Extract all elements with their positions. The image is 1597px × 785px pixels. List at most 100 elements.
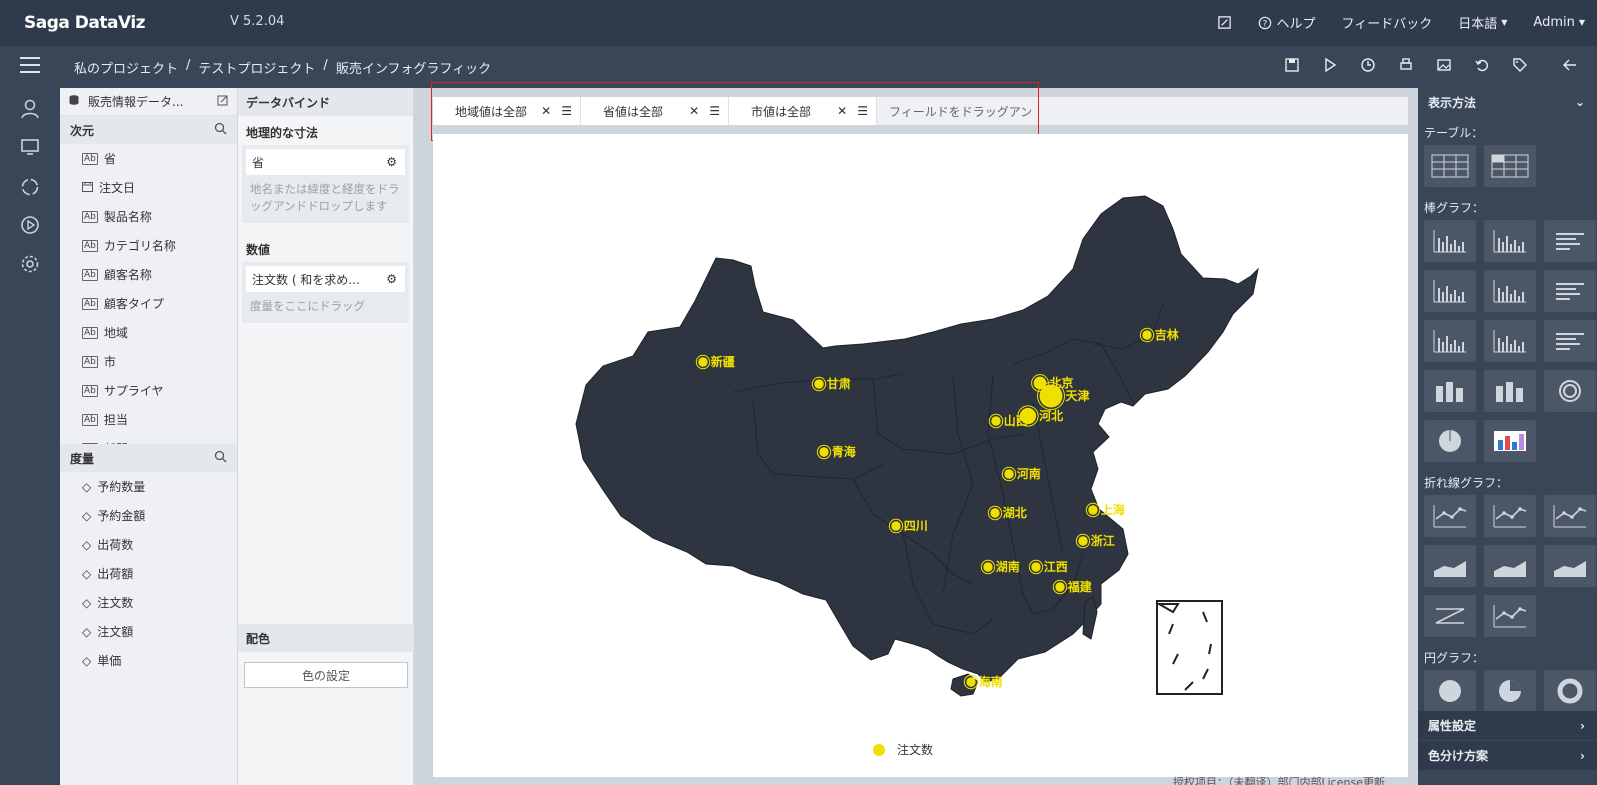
pie-type-button[interactable] bbox=[1424, 670, 1476, 712]
map-marker[interactable] bbox=[891, 521, 901, 531]
value-dropzone[interactable]: 注文数 ( 和を求め... ⚙ 度量をここにドラッグ bbox=[242, 262, 409, 323]
feedback-link[interactable]: フィードバック bbox=[1341, 13, 1432, 32]
line-chart-type-button[interactable] bbox=[1484, 545, 1536, 587]
map-marker[interactable] bbox=[1055, 582, 1065, 592]
breadcrumb-item[interactable]: 販売インフォグラフィック bbox=[336, 58, 491, 77]
gear-icon[interactable]: ⚙ bbox=[386, 272, 397, 286]
map-marker[interactable] bbox=[698, 357, 708, 367]
line-chart-type-button[interactable] bbox=[1424, 545, 1476, 587]
undo-icon[interactable] bbox=[1473, 56, 1491, 74]
map-marker-label: 江西 bbox=[1044, 559, 1068, 574]
line-chart-type-button[interactable] bbox=[1424, 595, 1476, 637]
color-scheme-section[interactable]: 色分け方案 › bbox=[1418, 741, 1597, 770]
datasource-name[interactable]: 販売情報データ... bbox=[88, 93, 217, 110]
map-marker[interactable] bbox=[966, 677, 976, 687]
back-arrow-icon[interactable] bbox=[1561, 56, 1579, 74]
bar-chart-type-button[interactable] bbox=[1424, 420, 1476, 462]
help-link[interactable]: ? ヘルプ bbox=[1258, 13, 1315, 32]
map-marker[interactable] bbox=[814, 379, 824, 389]
bar-chart-type-button[interactable] bbox=[1424, 320, 1476, 362]
bar-chart-type-button[interactable] bbox=[1424, 220, 1476, 262]
menu-icon[interactable] bbox=[20, 57, 40, 75]
monitor-icon[interactable] bbox=[19, 136, 41, 158]
measure-field[interactable]: ◇ 予約数量 bbox=[60, 472, 237, 501]
bar-chart-type-button[interactable] bbox=[1484, 320, 1536, 362]
breadcrumb-item[interactable]: 私のプロジェクト bbox=[74, 58, 178, 77]
map-marker[interactable] bbox=[1078, 536, 1088, 546]
map-marker[interactable] bbox=[990, 508, 1000, 518]
dimension-field[interactable]: Ab 顧客タイプ bbox=[60, 289, 237, 318]
user-menu[interactable]: Admin ▼ bbox=[1533, 15, 1585, 30]
search-icon[interactable] bbox=[214, 450, 227, 466]
line-chart-type-button[interactable] bbox=[1544, 545, 1596, 587]
edit-datasource-icon[interactable] bbox=[217, 94, 229, 109]
property-settings-section[interactable]: 属性設定 › bbox=[1418, 711, 1597, 740]
print-icon[interactable] bbox=[1397, 56, 1415, 74]
breadcrumb-item[interactable]: テストプロジェクト bbox=[198, 58, 315, 77]
measure-field[interactable]: ◇ 予約金額 bbox=[60, 501, 237, 530]
dimension-field[interactable]: Ab サプライヤ bbox=[60, 376, 237, 405]
dimension-field[interactable]: Ab 地域 bbox=[60, 318, 237, 347]
bar-chart-type-button[interactable] bbox=[1424, 370, 1476, 412]
bar-chart-type-button[interactable] bbox=[1484, 370, 1536, 412]
play-icon[interactable] bbox=[1321, 56, 1339, 74]
bar-chart-type-button[interactable] bbox=[1544, 220, 1596, 262]
pie-split-type-button[interactable] bbox=[1484, 670, 1536, 712]
field-label: カテゴリ名称 bbox=[103, 239, 176, 253]
search-icon[interactable] bbox=[214, 122, 227, 138]
dimension-field[interactable]: Ab 省 bbox=[60, 144, 237, 173]
color-settings-button[interactable]: 色の設定 bbox=[244, 662, 408, 688]
map-marker[interactable] bbox=[1031, 562, 1041, 572]
crosstab-type-button[interactable] bbox=[1484, 145, 1536, 187]
line-chart-type-button[interactable] bbox=[1544, 495, 1596, 537]
map-marker[interactable] bbox=[819, 447, 829, 457]
language-dropdown[interactable]: 日本語 ▼ bbox=[1458, 13, 1507, 32]
history-icon[interactable] bbox=[1359, 56, 1377, 74]
geo-field-pill[interactable]: 省 ⚙ bbox=[246, 149, 405, 175]
dimension-field[interactable]: 注文日 bbox=[60, 173, 237, 202]
dimension-field[interactable]: Ab 製品名称 bbox=[60, 202, 237, 231]
line-chart-type-button[interactable] bbox=[1484, 495, 1536, 537]
help-label: ヘルプ bbox=[1276, 17, 1316, 32]
bar-chart-type-button[interactable] bbox=[1544, 270, 1596, 312]
measure-field[interactable]: ◇ 出荷数 bbox=[60, 530, 237, 559]
map-marker[interactable] bbox=[1142, 330, 1152, 340]
map-marker[interactable] bbox=[1039, 384, 1063, 408]
bar-chart-type-button[interactable] bbox=[1484, 220, 1536, 262]
map-marker[interactable] bbox=[1004, 469, 1014, 479]
dimension-field[interactable]: Ab 部門 bbox=[60, 434, 237, 444]
bar-chart-type-button[interactable] bbox=[1544, 320, 1596, 362]
measure-field[interactable]: ◇ 単価 bbox=[60, 646, 237, 675]
app-logo[interactable]: Saga DataViz bbox=[24, 13, 146, 33]
bar-chart-type-button[interactable] bbox=[1424, 270, 1476, 312]
line-chart-type-button[interactable] bbox=[1424, 495, 1476, 537]
donut-type-button[interactable] bbox=[1544, 670, 1596, 712]
geo-dropzone[interactable]: 省 ⚙ 地名または緯度と経度をドラッグアンドドロップします bbox=[242, 145, 409, 223]
map-marker[interactable] bbox=[1088, 505, 1098, 515]
settings-gear-icon[interactable] bbox=[19, 253, 41, 275]
measure-field[interactable]: ◇ 注文数 bbox=[60, 588, 237, 617]
dimension-field[interactable]: Ab 担当 bbox=[60, 405, 237, 434]
map-marker[interactable] bbox=[983, 562, 993, 572]
measure-field[interactable]: ◇ 注文額 bbox=[60, 617, 237, 646]
table-type-button[interactable] bbox=[1424, 145, 1476, 187]
bar-chart-type-button[interactable] bbox=[1544, 370, 1596, 412]
bar-chart-type-button[interactable] bbox=[1484, 420, 1536, 462]
measure-field[interactable]: ◇ 出荷額 bbox=[60, 559, 237, 588]
bar-chart-type-button[interactable] bbox=[1484, 270, 1536, 312]
dimension-field[interactable]: Ab 市 bbox=[60, 347, 237, 376]
tag-icon[interactable] bbox=[1511, 56, 1529, 74]
image-icon[interactable] bbox=[1435, 56, 1453, 74]
map-marker[interactable] bbox=[991, 416, 1001, 426]
line-chart-type-button[interactable] bbox=[1484, 595, 1536, 637]
dimension-field[interactable]: Ab 顧客名称 bbox=[60, 260, 237, 289]
edit-icon[interactable] bbox=[1217, 15, 1232, 30]
value-field-pill[interactable]: 注文数 ( 和を求め... ⚙ bbox=[246, 266, 405, 292]
chart-type-header[interactable]: 表示方法 ⌄ bbox=[1418, 88, 1597, 116]
dimension-field[interactable]: Ab カテゴリ名称 bbox=[60, 231, 237, 260]
play-circle-icon[interactable] bbox=[19, 214, 41, 236]
gear-icon[interactable]: ⚙ bbox=[386, 155, 397, 169]
refresh-cycle-icon[interactable] bbox=[19, 176, 41, 198]
user-icon[interactable] bbox=[19, 98, 41, 120]
save-icon[interactable] bbox=[1283, 56, 1301, 74]
